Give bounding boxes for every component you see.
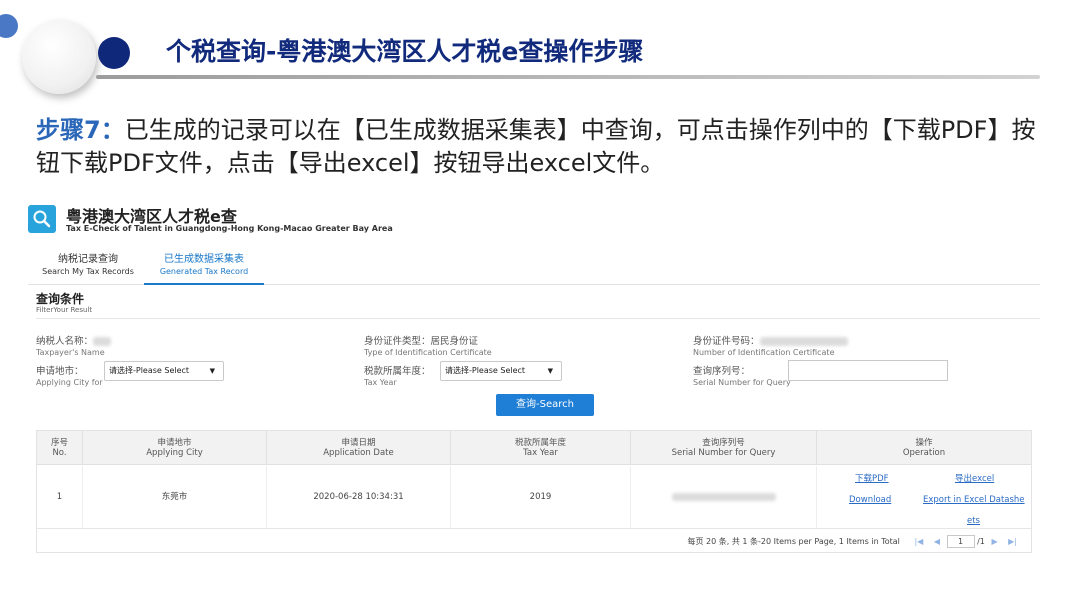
tab-generated-tax-record[interactable]: 已生成数据采集表 Generated Tax Record [144,250,264,285]
column-header-date: 申请日期 Application Date [267,431,451,465]
field-label-en: Taxpayer's Name [36,348,105,357]
field-label: 身份证件类型：居民身份证 [364,336,479,347]
pagination: 每页 20 条, 共 1 条-20 Items per Page, 1 Item… [687,535,1021,548]
tab-bar: 纳税记录查询 Search My Tax Records 已生成数据采集表 Ge… [28,250,1040,285]
redacted-value [759,337,848,346]
download-link-en[interactable]: Download [849,469,891,531]
field-label: 申请地市： [36,366,84,377]
header-en: Tax Year [523,448,558,458]
redacted-serial [671,492,776,501]
id-number-field: 身份证件号码： Number of Identification Certifi… [693,336,848,358]
cell-operation: 下载PDF Download 导出excel Export in Excel D… [817,466,1031,528]
chevron-down-icon: ▼ [209,367,215,375]
tab-label-en: Generated Tax Record [159,267,249,276]
header-zh: 操作 [915,438,933,448]
row-divider [37,528,1031,529]
city-select[interactable]: 请选择-Please Select ▼ [104,361,224,381]
total-pages: /1 [977,537,985,546]
cell-tax-year: 2019 [451,466,631,528]
column-header-operation: 操作 Operation [817,431,1031,465]
serial-field-label: 查询序列号： Serial Number for Query [693,366,791,388]
tab-label: 已生成数据采集表 [164,254,244,265]
cell-city: 东莞市 [83,466,267,528]
field-label-en: Number of Identification Certificate [693,348,835,357]
header-en: No. [52,448,67,458]
title-underline [96,75,1040,79]
header-zh: 查询序列号 [702,438,745,448]
filter-title: 查询条件 [36,292,85,306]
field-label: 税款所属年度： [364,366,431,377]
search-icon [33,210,51,228]
pagination-summary: 每页 20 条, 共 1 条-20 Items per Page, 1 Item… [687,537,900,546]
prev-page-icon[interactable]: ◀ [934,537,940,546]
decorative-circle [22,20,96,94]
redacted-value [93,337,112,346]
app-logo [28,205,56,233]
city-field-label: 申请地市： Applying City for [36,366,103,388]
app-subtitle: Tax E-Check of Talent in Guangdong-Hong … [66,224,393,233]
search-button[interactable]: 查询-Search [496,394,594,416]
tax-year-select[interactable]: 请选择-Please Select ▼ [440,361,562,381]
field-label: 身份证件号码： [693,336,760,347]
app-screenshot: 粤港澳大湾区人才税e查 Tax E-Check of Talent in Gua… [28,200,1040,560]
header-en: Applying City [146,448,203,458]
field-label-en: Type of Identification Certificate [364,348,492,357]
page-number-input[interactable]: 1 [946,535,975,548]
slide-title: 个税查询-粤港澳大湾区人才税e查操作步骤 [166,37,644,66]
results-table: 序号 No. 申请地市 Applying City 申请日期 Applicati… [36,430,1032,553]
step-body: 已生成的记录可以在【已生成数据采集表】中查询，可点击操作列中的【下载PDF】按钮… [36,116,1036,177]
id-type-field: 身份证件类型：居民身份证 Type of Identification Cert… [364,336,492,358]
column-header-serial: 查询序列号 Serial Number for Query [631,431,817,465]
cell-serial [631,466,817,528]
field-label-en: Serial Number for Query [693,378,791,387]
field-label: 查询序列号： [693,366,751,377]
field-label-en: Applying City for [36,378,103,387]
tab-search-tax-records[interactable]: 纳税记录查询 Search My Tax Records [36,250,140,285]
last-page-icon[interactable]: ▶| [1008,537,1017,546]
first-page-icon[interactable]: |◀ [914,537,923,546]
header-en: Serial Number for Query [671,448,776,458]
column-header-no: 序号 No. [37,431,83,465]
decorative-dot [0,14,18,38]
chevron-down-icon: ▼ [547,367,553,375]
cell-date: 2020-06-28 10:34:31 [267,466,451,528]
column-header-city: 申请地市 Applying City [83,431,267,465]
next-page-icon[interactable]: ▶ [991,537,997,546]
field-label: 纳税人名称： [36,336,94,347]
header-en: Operation [902,448,946,458]
header-zh: 税款所属年度 [514,438,566,448]
cell-no: 1 [37,466,83,528]
filter-subtitle: FilterYour Result [36,306,93,314]
column-header-tax-year: 税款所属年度 Tax Year [451,431,631,465]
decorative-dot-navy [98,37,130,69]
tab-label: 纳税记录查询 [58,254,118,265]
header-zh: 序号 [50,438,68,448]
header-en: Application Date [323,448,394,458]
city-select-value: 请选择-Please Select [109,366,190,375]
header-zh: 申请日期 [341,438,376,448]
tax-year-select-value: 请选择-Please Select [445,366,526,375]
step-description: 步骤7：已生成的记录可以在【已生成数据采集表】中查询，可点击操作列中的【下载PD… [36,114,1046,180]
taxpayer-name-field: 纳税人名称： Taxpayer's Name [36,336,112,358]
header-zh: 申请地市 [157,438,192,448]
tax-year-field-label: 税款所属年度： Tax Year [364,366,431,388]
tab-label-en: Search My Tax Records [42,267,134,276]
filter-header: 查询条件 FilterYour Result [36,292,1040,319]
field-label-en: Tax Year [364,378,397,387]
step-label: 步骤7： [36,116,125,144]
serial-number-input[interactable] [788,360,948,381]
